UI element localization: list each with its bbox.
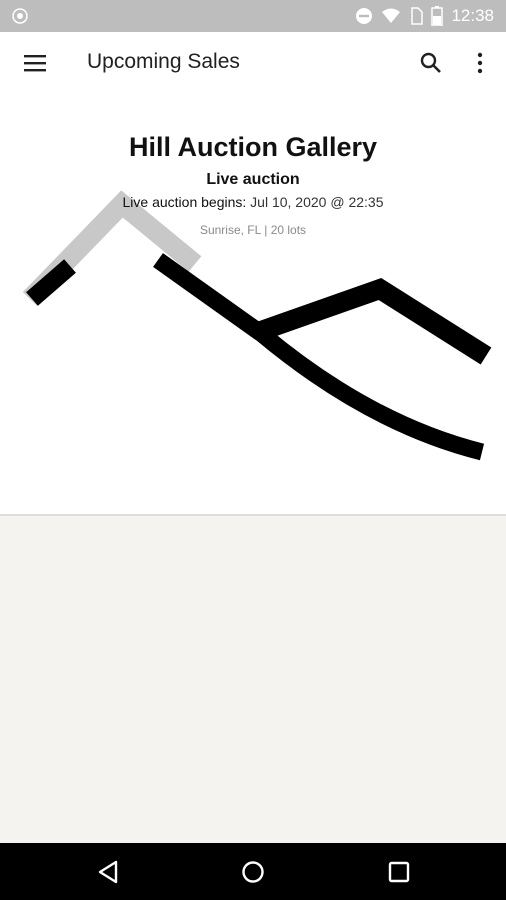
sale-location: Sunrise, FL (199, 223, 261, 237)
back-icon (98, 860, 118, 883)
menu-icon (24, 55, 46, 72)
more-options-button[interactable] (458, 40, 502, 86)
empty-list-area (0, 516, 506, 843)
sale-meta: Sunrise, FL | 20 lots (0, 222, 506, 238)
sale-begins-value: Jul 10, 2020 @ 22:35 (250, 194, 384, 210)
sale-lot-count: 20 lots (270, 223, 307, 237)
gallery-name: Hill Auction Gallery (128, 132, 378, 162)
home-icon (242, 860, 264, 883)
recents-button[interactable] (369, 849, 429, 894)
status-bar: 12:38 (0, 0, 506, 32)
recents-icon (388, 861, 410, 882)
back-button[interactable] (78, 849, 138, 894)
page-title: Upcoming Sales (87, 50, 240, 73)
system-nav-bar (0, 843, 506, 900)
meta-separator: | (264, 223, 268, 237)
sale-type: Live auction (206, 171, 300, 188)
menu-button[interactable] (12, 40, 58, 86)
sale-begins-label: Live auction begins: (122, 194, 247, 210)
more-vert-icon (477, 52, 483, 74)
app-notification-icon (12, 8, 28, 24)
battery-icon (431, 6, 444, 26)
search-button[interactable] (408, 40, 454, 86)
status-icons: 12:38 (355, 5, 494, 27)
wifi-icon (382, 8, 401, 23)
sim-icon (411, 7, 424, 25)
app-bar: Upcoming Sales (0, 32, 506, 94)
sale-begins: Live auction begins: Jul 10, 2020 @ 22:3… (0, 192, 506, 212)
search-icon (420, 52, 441, 73)
status-time: 12:38 (451, 6, 494, 25)
home-button[interactable] (223, 849, 283, 894)
sale-info: Hill Auction Gallery Live auction Live a… (0, 130, 506, 238)
do-not-disturb-icon (356, 8, 373, 24)
